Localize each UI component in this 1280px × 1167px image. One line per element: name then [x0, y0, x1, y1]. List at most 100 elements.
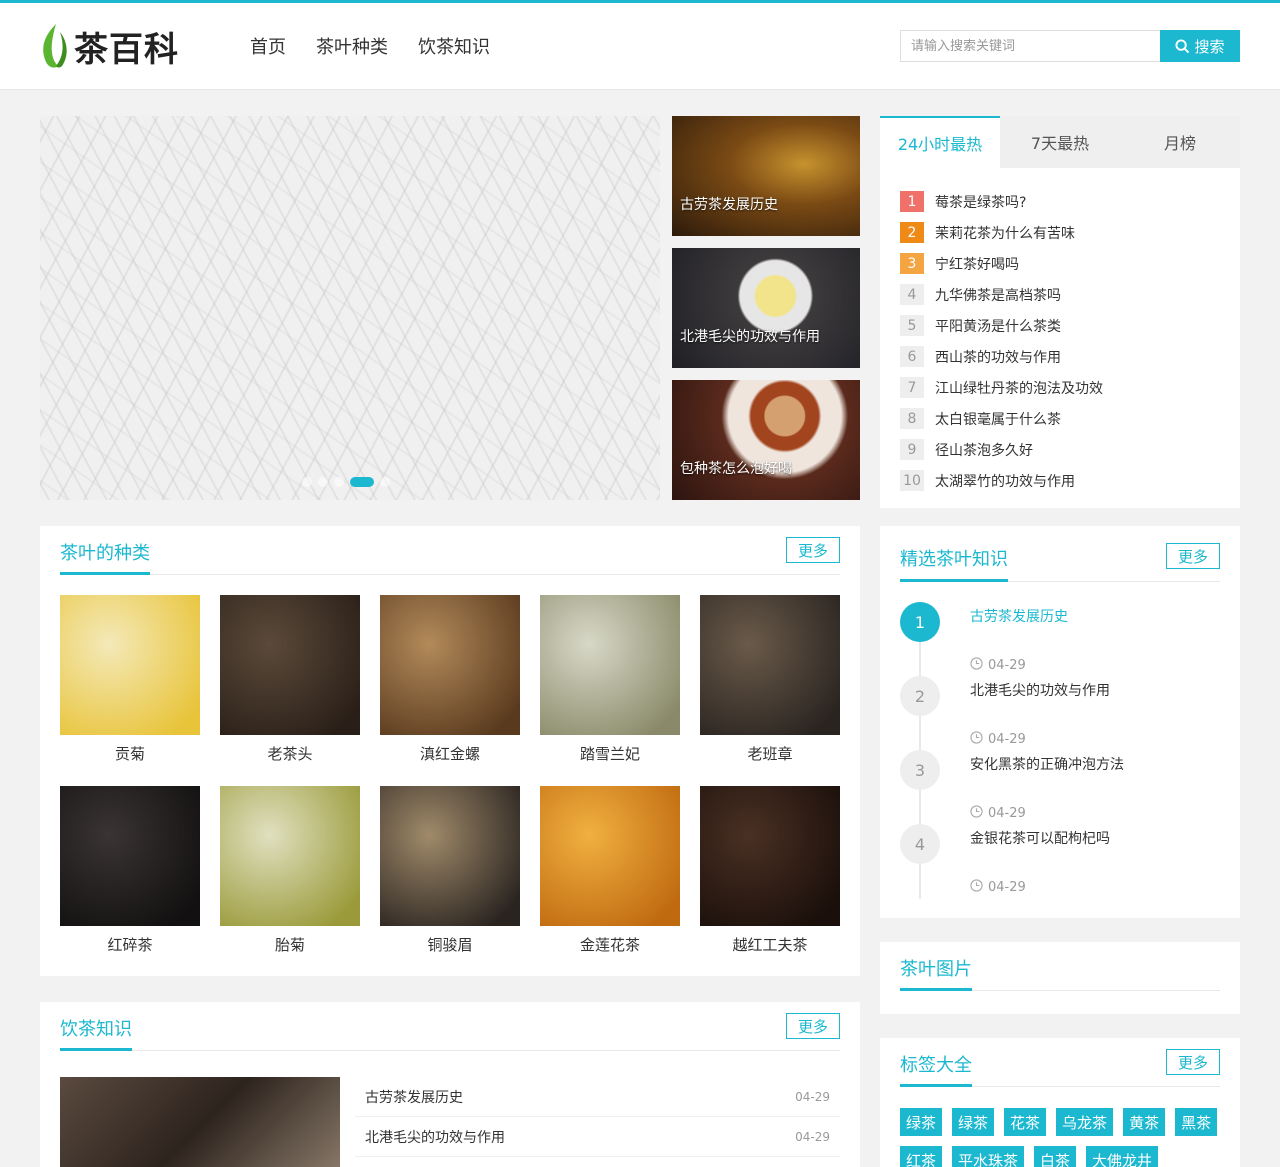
tea-type-image[interactable]: [700, 786, 840, 926]
tea-type-name[interactable]: 踏雪兰妃: [540, 743, 680, 764]
tag-chip[interactable]: 黄茶: [1123, 1108, 1166, 1136]
tea-type-name[interactable]: 胎菊: [220, 934, 360, 955]
hot-list-item[interactable]: 2 茉莉花茶为什么有苦味: [900, 217, 1103, 248]
timeline-date: 04-29: [970, 731, 1026, 748]
hot-list-item[interactable]: 4 九华佛茶是高档茶吗: [900, 279, 1103, 310]
hot-ranking-panel: 24小时最热 7天最热 月榜 1 莓茶是绿茶吗? 2 茉莉花茶为什么有苦味 3 宁红茶好喝…: [880, 116, 1240, 508]
featured-card[interactable]: 包种茶怎么泡好喝: [672, 380, 860, 500]
search-button[interactable]: 搜索: [1160, 30, 1240, 62]
tab-7days[interactable]: 7天最热: [1000, 116, 1120, 168]
tea-type-name[interactable]: 越红工夫茶: [700, 934, 840, 955]
rank-badge: 6: [900, 346, 924, 367]
tea-type-name[interactable]: 滇红金螺: [380, 743, 520, 764]
tea-type-image[interactable]: [380, 786, 520, 926]
timeline-title[interactable]: 北港毛尖的功效与作用: [970, 680, 1110, 700]
search-bar: 搜索: [900, 30, 1240, 62]
tea-type-name[interactable]: 金莲花茶: [540, 934, 680, 955]
section-underline: [900, 1084, 972, 1087]
tea-type-image[interactable]: [380, 595, 520, 735]
nav-tea-knowledge[interactable]: 饮茶知识: [418, 33, 490, 59]
hot-list-item[interactable]: 3 宁红茶好喝吗: [900, 248, 1103, 279]
slider-dot[interactable]: [318, 477, 328, 487]
tea-type-card[interactable]: 老茶头: [220, 595, 360, 786]
tea-type-card[interactable]: 红碎茶: [60, 786, 200, 977]
hot-list-item[interactable]: 8 太白银毫属于什么茶: [900, 403, 1103, 434]
timeline-date: 04-29: [970, 879, 1026, 896]
tag-chip[interactable]: 花茶: [1004, 1108, 1047, 1136]
tea-type-card[interactable]: 越红工夫茶: [700, 786, 840, 977]
tea-type-name[interactable]: 老班章: [700, 743, 840, 764]
tea-type-card[interactable]: 金莲花茶: [540, 786, 680, 977]
search-input[interactable]: [900, 30, 1160, 62]
featured-card[interactable]: 古劳茶发展历史: [672, 116, 860, 236]
hot-list-item[interactable]: 6 西山茶的功效与作用: [900, 341, 1103, 372]
clock-icon: [970, 657, 983, 674]
nav-home[interactable]: 首页: [250, 33, 286, 59]
tea-type-image[interactable]: [700, 595, 840, 735]
tea-type-image[interactable]: [220, 786, 360, 926]
tag-chip[interactable]: 黑茶: [1175, 1108, 1218, 1136]
tag-chip[interactable]: 白茶: [1034, 1146, 1077, 1167]
hot-item-title: 九华佛茶是高档茶吗: [935, 287, 1061, 304]
slider-dots: [302, 477, 390, 487]
tea-type-name[interactable]: 红碎茶: [60, 934, 200, 955]
timeline-title[interactable]: 金银花茶可以配枸杞吗: [970, 828, 1110, 848]
tag-chip[interactable]: 绿茶: [952, 1108, 995, 1136]
section-title: 标签大全: [900, 1055, 972, 1076]
tea-type-name[interactable]: 铜骏眉: [380, 934, 520, 955]
tea-type-card[interactable]: 滇红金螺: [380, 595, 520, 786]
logo[interactable]: 茶百科: [38, 21, 179, 71]
tab-monthly[interactable]: 月榜: [1120, 116, 1240, 168]
timeline-number: 2: [900, 676, 940, 716]
tag-chip[interactable]: 平水珠茶: [952, 1146, 1025, 1167]
timeline-title[interactable]: 古劳茶发展历史: [970, 606, 1068, 626]
tea-type-card[interactable]: 老班章: [700, 595, 840, 786]
tea-type-image[interactable]: [540, 595, 680, 735]
tea-type-image[interactable]: [60, 786, 200, 926]
featured-caption: 包种茶怎么泡好喝: [680, 461, 792, 477]
tea-type-name[interactable]: 老茶头: [220, 743, 360, 764]
more-button[interactable]: 更多: [1166, 1049, 1220, 1075]
slider-dot[interactable]: [334, 477, 344, 487]
knowledge-item[interactable]: 古劳茶发展历史 04-29: [355, 1077, 840, 1117]
hot-list-item[interactable]: 9 径山茶泡多久好: [900, 434, 1103, 465]
tag-chip[interactable]: 绿茶: [900, 1108, 943, 1136]
rank-badge: 3: [900, 253, 924, 274]
tea-type-image[interactable]: [60, 595, 200, 735]
hot-list-item[interactable]: 7 江山绿牡丹茶的泡法及功效: [900, 372, 1103, 403]
tab-24h[interactable]: 24小时最热: [880, 116, 1000, 168]
slider-dot[interactable]: [380, 477, 390, 487]
tea-type-card[interactable]: 踏雪兰妃: [540, 595, 680, 786]
slider-dot[interactable]: [302, 477, 312, 487]
knowledge-item[interactable]: 北港毛尖的功效与作用 04-29: [355, 1117, 840, 1157]
section-title: 饮茶知识: [60, 1019, 132, 1040]
tag-chip[interactable]: 乌龙茶: [1056, 1108, 1114, 1136]
featured-card[interactable]: 北港毛尖的功效与作用: [672, 248, 860, 368]
timeline-number: 4: [900, 824, 940, 864]
nav-tea-types[interactable]: 茶叶种类: [316, 33, 388, 59]
tea-type-image[interactable]: [540, 786, 680, 926]
tea-type-card[interactable]: 胎菊: [220, 786, 360, 977]
hot-list-item[interactable]: 5 平阳黄汤是什么茶类: [900, 310, 1103, 341]
hot-list-item[interactable]: 1 莓茶是绿茶吗?: [900, 186, 1103, 217]
tag-chip[interactable]: 红茶: [900, 1146, 943, 1167]
knowledge-title: 北港毛尖的功效与作用: [365, 1129, 505, 1146]
hot-item-title: 平阳黄汤是什么茶类: [935, 318, 1061, 335]
slider-dot-active[interactable]: [350, 477, 374, 487]
more-button[interactable]: 更多: [1166, 543, 1220, 569]
hero-slider[interactable]: [40, 116, 660, 500]
timeline-title[interactable]: 安化黑茶的正确冲泡方法: [970, 754, 1124, 774]
tag-chip[interactable]: 大佛龙井: [1086, 1146, 1159, 1167]
search-icon: [1175, 38, 1190, 53]
more-button[interactable]: 更多: [786, 1013, 840, 1039]
tea-type-card[interactable]: 铜骏眉: [380, 786, 520, 977]
knowledge-date: 04-29: [795, 1089, 830, 1104]
more-button[interactable]: 更多: [786, 537, 840, 563]
knowledge-image[interactable]: [60, 1077, 340, 1167]
hot-list-item[interactable]: 10 太湖翠竹的功效与作用: [900, 465, 1103, 496]
featured-knowledge-panel: 精选茶叶知识 更多 1 古劳茶发展历史 04-29 2 北港毛尖的功效与作用 04-29 3…: [880, 526, 1240, 918]
tea-type-card[interactable]: 贡菊: [60, 595, 200, 786]
tea-type-name[interactable]: 贡菊: [60, 743, 200, 764]
knowledge-date: 04-29: [795, 1129, 830, 1144]
tea-type-image[interactable]: [220, 595, 360, 735]
